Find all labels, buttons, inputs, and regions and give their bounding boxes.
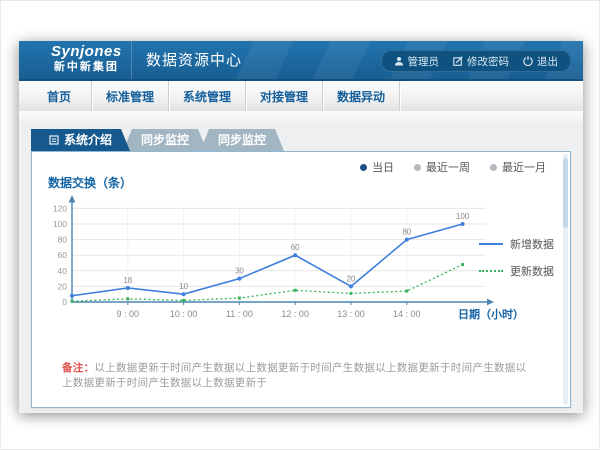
- main-nav: 首页 标准管理 系统管理 对接管理 数据异动: [19, 81, 583, 112]
- radio-last-week[interactable]: 最近一周: [414, 159, 470, 175]
- radio-label: 最近一月: [502, 159, 546, 175]
- change-password-label: 修改密码: [467, 54, 509, 69]
- svg-text:0: 0: [62, 297, 67, 307]
- svg-text:80: 80: [58, 235, 68, 245]
- footnote-label: 备注：: [62, 362, 94, 374]
- svg-text:30: 30: [235, 267, 244, 276]
- svg-text:100: 100: [456, 212, 470, 221]
- nav-item-system-mgmt[interactable]: 系统管理: [169, 81, 246, 111]
- radio-label: 最近一周: [426, 159, 470, 175]
- chart-panel: 当日 最近一周 最近一月 数据交换（条） 0 20 40 60 80 100 120 9 : …: [31, 151, 571, 408]
- logo-brand: Synjones: [51, 44, 122, 59]
- tab-bar: 系统介绍 同步监控 同步监控: [31, 129, 284, 151]
- tab-label: 同步监控: [141, 129, 189, 151]
- content-area: 系统介绍 同步监控 同步监控 当日 最近一周: [19, 111, 583, 413]
- app-window: Synjones 新中新集团 数据资源中心 管理员 修改密码 退出 首页 标准管…: [19, 41, 583, 413]
- footnote: 备注：以上数据更新于时间产生数据以上数据更新于时间产生数据以上数据更新于时间产生…: [62, 360, 530, 390]
- current-user[interactable]: 管理员: [394, 54, 440, 69]
- y-axis-title: 数据交换（条）: [48, 174, 132, 191]
- nav-item-standard-mgmt[interactable]: 标准管理: [92, 81, 169, 111]
- svg-text:100: 100: [53, 219, 67, 229]
- nav-item-interface-mgmt[interactable]: 对接管理: [246, 81, 323, 111]
- series-legend: 新增数据 更新数据: [479, 236, 554, 279]
- svg-text:10: 10: [179, 282, 188, 291]
- legend-item-updated-data[interactable]: 更新数据: [479, 263, 554, 279]
- nav-item-data-change[interactable]: 数据异动: [323, 81, 400, 111]
- svg-text:80: 80: [402, 228, 411, 237]
- radio-last-month[interactable]: 最近一月: [490, 159, 546, 175]
- header: Synjones 新中新集团 数据资源中心 管理员 修改密码 退出: [19, 41, 583, 81]
- svg-text:60: 60: [291, 243, 300, 252]
- logo-company: 新中新集团: [51, 62, 122, 73]
- radio-dot[interactable]: [414, 164, 421, 171]
- radio-label: 当日: [372, 159, 394, 175]
- svg-text:60: 60: [58, 250, 68, 260]
- current-user-label: 管理员: [408, 54, 440, 69]
- edit-icon: [453, 56, 463, 66]
- tab-label: 同步监控: [218, 129, 266, 151]
- tab-sync-monitor-1[interactable]: 同步监控: [123, 129, 207, 151]
- tab-sync-monitor-2[interactable]: 同步监控: [200, 129, 284, 151]
- green-dotted-swatch: [479, 270, 503, 272]
- svg-text:11 : 00: 11 : 00: [226, 309, 253, 319]
- legend-label: 更新数据: [510, 263, 554, 279]
- svg-text:20: 20: [58, 281, 68, 291]
- radio-today[interactable]: 当日: [360, 159, 394, 175]
- svg-text:18: 18: [123, 276, 132, 285]
- svg-text:120: 120: [53, 203, 67, 213]
- svg-text:9 : 00: 9 : 00: [117, 309, 140, 319]
- svg-text:日期（小时）: 日期（小时）: [458, 307, 524, 321]
- svg-text:10 : 00: 10 : 00: [170, 309, 198, 319]
- svg-text:13 : 00: 13 : 00: [337, 309, 365, 319]
- legend-label: 新增数据: [510, 236, 554, 252]
- svg-text:20: 20: [347, 274, 356, 283]
- power-icon: [523, 56, 533, 66]
- footnote-text: 以上数据更新于时间产生数据以上数据更新于时间产生数据以上数据更新于时间产生数据以…: [62, 362, 526, 389]
- change-password-button[interactable]: 修改密码: [453, 54, 509, 69]
- tab-system-intro[interactable]: 系统介绍: [31, 129, 130, 151]
- time-range-filter: 当日 最近一周 最近一月: [360, 159, 546, 175]
- logo: Synjones 新中新集团: [51, 44, 122, 73]
- svg-text:14 : 00: 14 : 00: [393, 309, 421, 319]
- user-icon: [394, 56, 404, 66]
- scrollbar-thumb[interactable]: [563, 158, 568, 228]
- radio-dot-selected[interactable]: [360, 164, 367, 171]
- line-chart: 0 20 40 60 80 100 120 9 : 00 10 : 00 11 : 00 12 : …: [44, 190, 534, 340]
- page-title: 数据资源中心: [131, 41, 242, 79]
- legend-item-new-data[interactable]: 新增数据: [479, 236, 554, 252]
- svg-text:40: 40: [58, 266, 68, 276]
- document-icon: [49, 135, 59, 145]
- svg-text:12 : 00: 12 : 00: [281, 309, 309, 319]
- user-toolbar: 管理员 修改密码 退出: [381, 50, 572, 72]
- blue-line-swatch: [479, 243, 503, 245]
- panel-scrollbar[interactable]: [563, 154, 568, 405]
- logout-button[interactable]: 退出: [523, 54, 558, 69]
- logout-label: 退出: [537, 54, 558, 69]
- radio-dot[interactable]: [490, 164, 497, 171]
- nav-item-home[interactable]: 首页: [27, 81, 92, 111]
- tab-label: 系统介绍: [64, 129, 112, 151]
